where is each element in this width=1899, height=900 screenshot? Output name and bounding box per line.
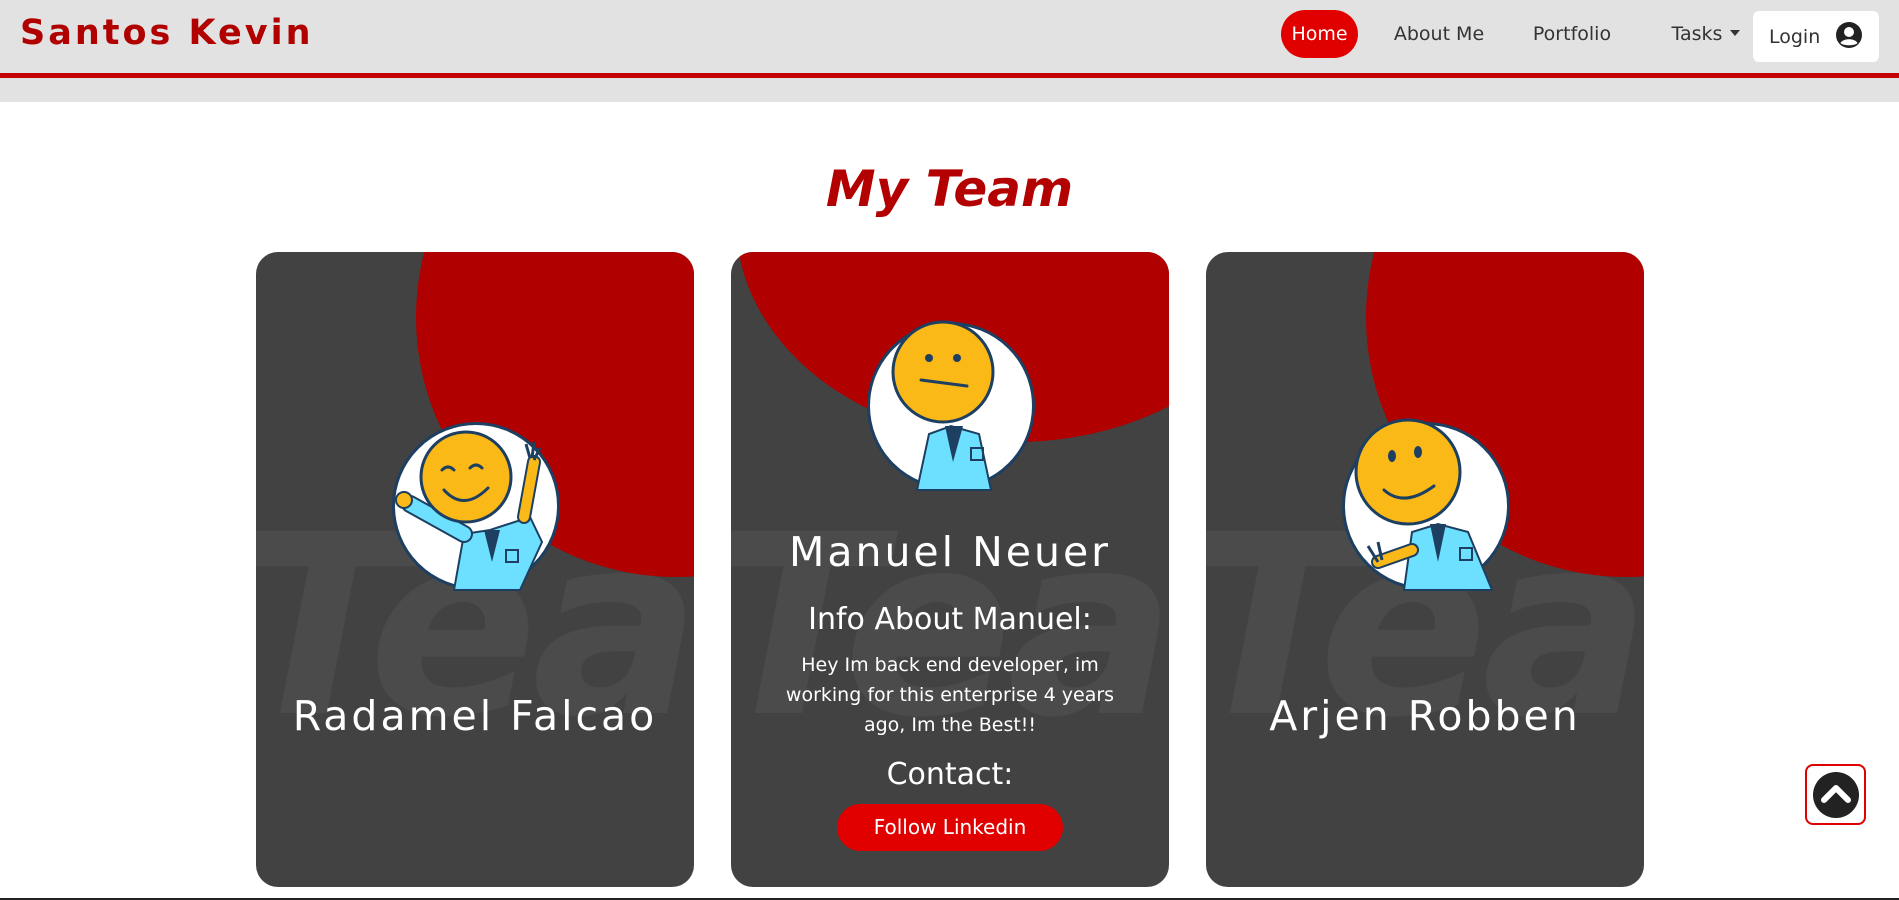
pointing-smiley-avatar <box>1342 418 1510 591</box>
nav-tasks-label: Tasks <box>1671 23 1723 45</box>
info-text: Hey Im back end developer, im working fo… <box>785 654 1115 736</box>
waving-smiley-avatar <box>392 422 560 591</box>
nav-portfolio-link[interactable]: Portfolio <box>1523 10 1621 58</box>
chevron-up-circle-icon <box>1813 772 1859 818</box>
brand-logo-text[interactable]: Santos Kevin <box>20 13 314 53</box>
login-button[interactable]: Login <box>1753 11 1879 62</box>
nav-home-link[interactable]: Home <box>1281 10 1358 58</box>
navbar-bottom-strip <box>0 78 1899 102</box>
neutral-smiley-avatar <box>867 320 1035 491</box>
info-title: Info About Manuel: <box>808 602 1092 637</box>
person-name: Manuel Neuer <box>788 528 1112 576</box>
navbar: Santos Kevin Home About Me Portfolio Tas… <box>0 0 1899 74</box>
section-title: My Team <box>825 160 1074 218</box>
nav-tasks-dropdown[interactable]: Tasks <box>1651 10 1761 58</box>
nav-about-link[interactable]: About Me <box>1387 10 1491 58</box>
user-circle-icon <box>1836 22 1862 48</box>
team-card: Team Manuel Neuer Info About Manuel: Hey… <box>731 252 1169 887</box>
team-card: Team Arjen Robben <box>1206 252 1644 887</box>
scroll-to-top-button[interactable] <box>1805 764 1866 825</box>
person-name: Arjen Robben <box>1269 692 1581 740</box>
person-name: Radamel Falcao <box>292 692 658 740</box>
contact-title: Contact: <box>886 757 1014 792</box>
follow-linkedin-button[interactable]: Follow Linkedin <box>837 804 1063 851</box>
login-label: Login <box>1769 26 1821 48</box>
team-card: Team Radamel Falcao <box>256 252 694 887</box>
caret-down-icon <box>1730 29 1741 36</box>
